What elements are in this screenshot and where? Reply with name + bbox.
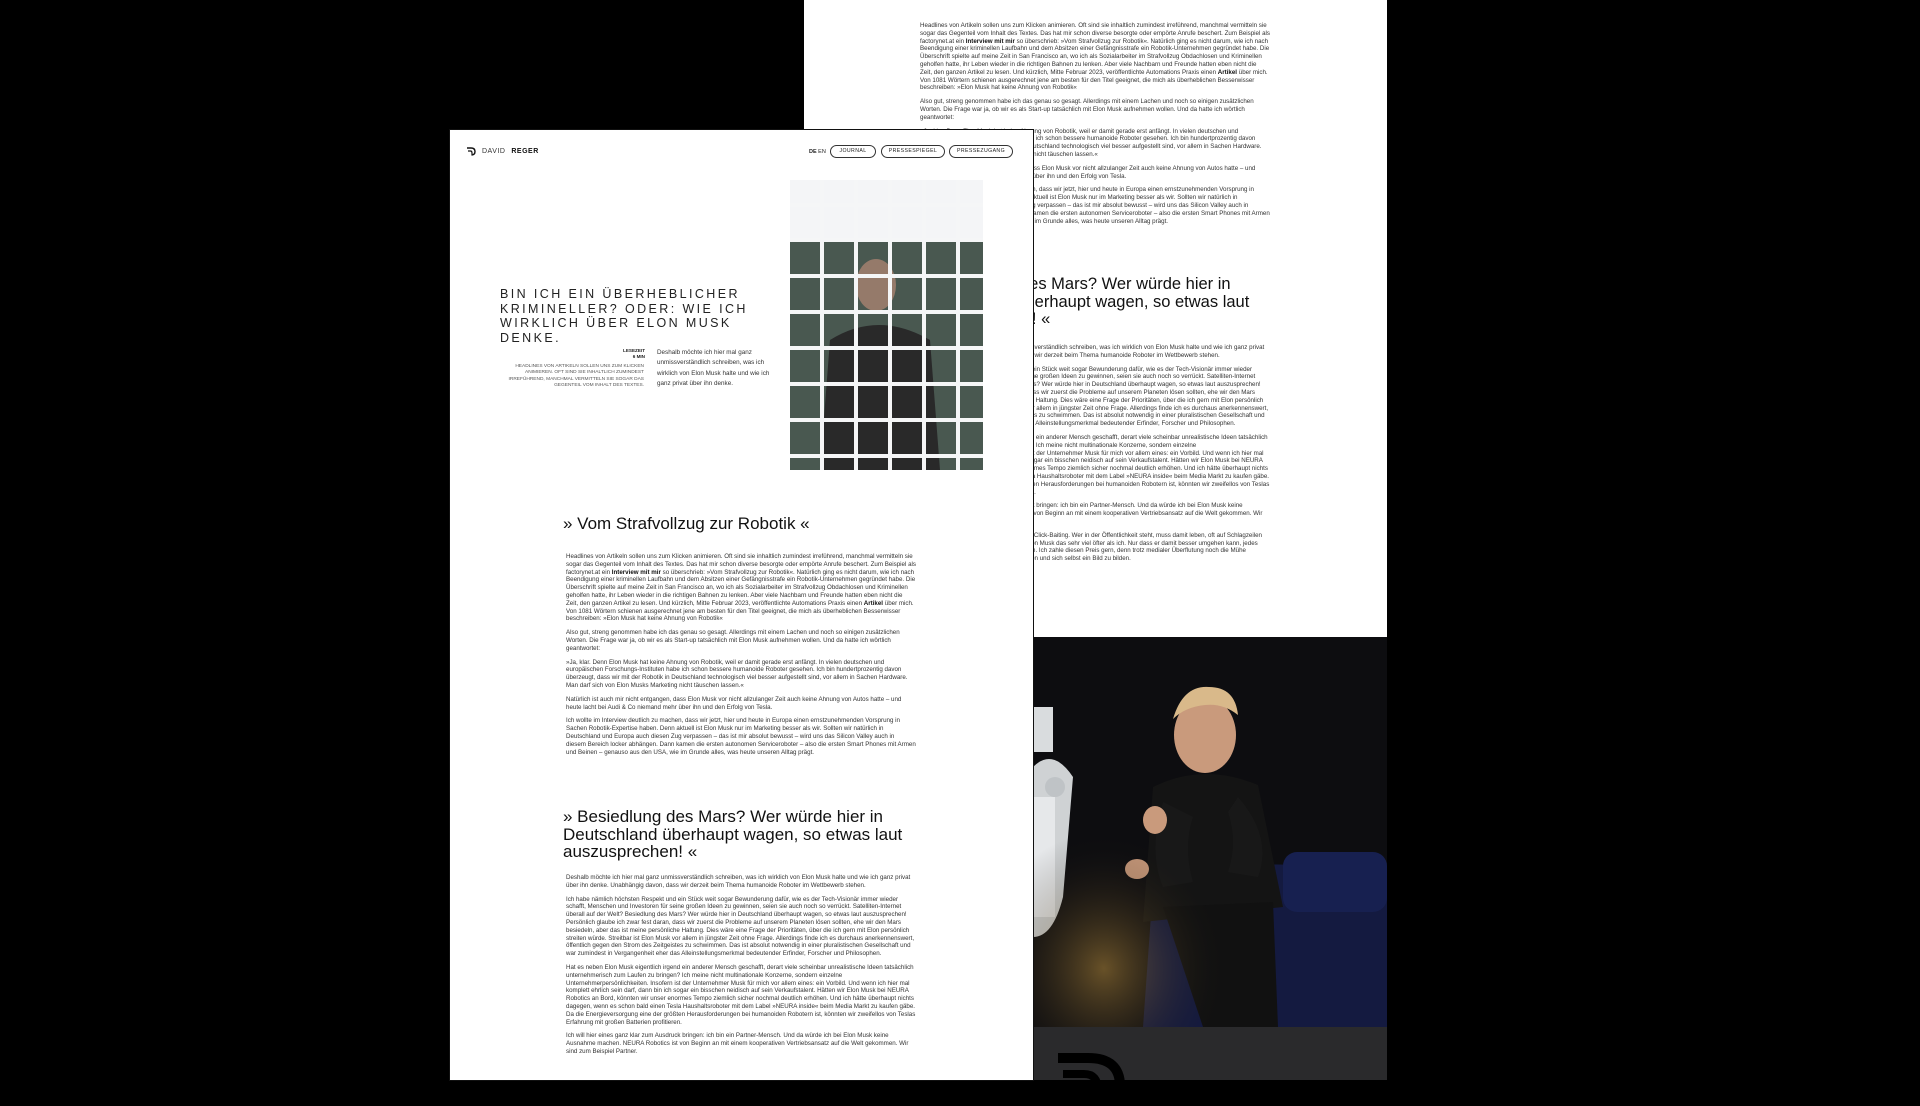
article-text-section-2: Deshalb möchte ich hier mal ganz unmissv…	[566, 874, 916, 1062]
logo-mark-icon	[467, 147, 476, 156]
article-title: BIN ICH EIN ÜBERHEBLICHER KRIMINELLER? O…	[500, 287, 748, 345]
hero-photo-glass-blocks	[790, 180, 983, 470]
article-paragraph: Headlines von Artikeln sollen uns zum Kl…	[566, 553, 916, 623]
site-header: DAVID REGER DE EN JOURNAL PRESSESPIEGEL P…	[466, 144, 1021, 164]
artikel-link[interactable]: Artikel	[1218, 69, 1237, 76]
portrait-photo	[1033, 637, 1387, 1027]
article-paragraph: Ich wollte im Interview deutlich zu mach…	[566, 717, 916, 756]
reading-time: LESEZEIT 6 MIN	[570, 348, 645, 359]
article-paragraph: Natürlich ist auch mir nicht entgangen, …	[566, 695, 902, 711]
glass-block-illustration	[790, 180, 983, 470]
lang-de[interactable]: DE	[809, 149, 817, 155]
nav-pressezugang-button[interactable]: PRESSEZUGANG	[949, 145, 1013, 158]
artikel-link[interactable]: Artikel	[864, 600, 883, 607]
portrait-illustration	[1033, 637, 1387, 1027]
article-teaser: HEADLINES VON ARTIKELN SOLLEN UNS ZUM KL…	[508, 364, 644, 389]
interview-link[interactable]: Interview mit mir	[966, 38, 1015, 45]
article-paragraph: Hat es neben Elon Musk eigentlich irgend…	[566, 963, 916, 1026]
logo-first-name: DAVID	[482, 147, 506, 155]
article-paragraph: Deshalb möchte ich hier mal ganz unmissv…	[566, 874, 911, 889]
lang-en[interactable]: EN	[818, 149, 826, 155]
interview-link[interactable]: Interview mit mir	[612, 569, 661, 576]
article-paragraph: »Ja, klar. Denn Elon Musk hat keine Ahnu…	[566, 658, 908, 689]
logo-last-name: REGER	[511, 147, 539, 155]
site-logo[interactable]: DAVID REGER	[466, 146, 539, 156]
back-paragraph: Also gut, streng genommen habe ich das g…	[920, 98, 1254, 121]
article-paragraph: Ich habe nämlich höchsten Respekt und ei…	[566, 895, 915, 958]
article-intro: Deshalb möchte ich hier mal ganz unmissv…	[657, 349, 770, 388]
section-heading-1: » Vom Strafvollzug zur Robotik «	[563, 514, 810, 533]
article-paragraph: Ich will hier eines ganz klar zum Ausdru…	[566, 1032, 909, 1055]
section-heading-2: » Besiedlung des Mars? Wer würde hier in…	[563, 807, 903, 861]
language-switcher: DE EN	[809, 149, 826, 155]
footer-logo-icon	[1058, 1053, 1126, 1106]
reading-time-value: 6 MIN	[632, 353, 645, 359]
front-article-page: DAVID REGER DE EN JOURNAL PRESSESPIEGEL P…	[450, 130, 1033, 1080]
nav-journal-button[interactable]: JOURNAL	[830, 145, 876, 158]
article-paragraph: Also gut, streng genommen habe ich das g…	[566, 629, 900, 652]
article-text-section-1: Headlines von Artikeln sollen uns zum Kl…	[566, 553, 916, 762]
back-paragraph: Headlines von Artikeln sollen uns zum Kl…	[920, 22, 1270, 92]
nav-pressespiegel-button[interactable]: PRESSESPIEGEL	[881, 145, 945, 158]
